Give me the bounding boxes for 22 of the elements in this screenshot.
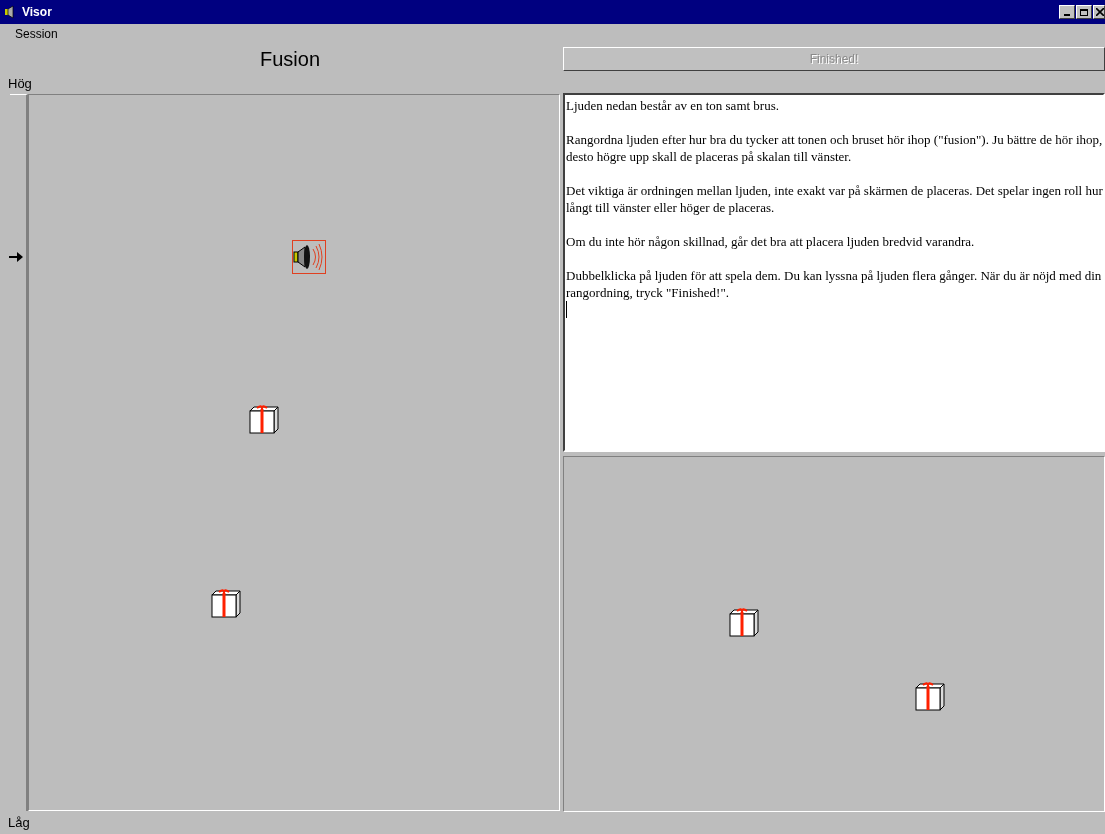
speaker-icon[interactable] [292, 240, 326, 274]
close-button[interactable] [1093, 5, 1105, 19]
instruction-paragraph: Ljuden nedan består av en ton samt brus. [566, 97, 780, 114]
gift-icon[interactable] [913, 679, 947, 713]
gift-icon[interactable] [247, 402, 281, 436]
instructions-text-box[interactable] [563, 93, 1105, 452]
panel-title: Fusion [259, 47, 321, 72]
window-title: Visor [22, 5, 52, 19]
text-cursor [566, 301, 567, 318]
instruction-paragraph: Dubbelklicka på ljuden för att spela dem. Du kan lyssna på ljuden flera gånger. När du är nöjd med din rangordning, tryck "Finished!". [566, 267, 1103, 301]
speaker-icon [4, 5, 16, 19]
menu-item[interactable]: Session [15, 27, 58, 41]
scale-top-label: Hög [7, 75, 33, 93]
arrow-icon [9, 252, 23, 262]
instruction-paragraph: Om du inte hör någon skillnad, går det bra att placera ljuden bredvid varandra. [566, 233, 976, 250]
gift-icon[interactable] [727, 605, 761, 639]
instruction-paragraph: Det viktiga är ordningen mellan ljuden, inte exakt var på skärmen de placeras. Det spelar ingen roll hur långt till vänster eller höger de placeras. [566, 182, 1103, 216]
scale-bottom-label: Låg [7, 814, 31, 832]
minimize-button[interactable] [1059, 5, 1075, 19]
instruction-paragraph: Rangordna ljuden efter hur bra du tycker att tonen och bruset hör ihop ("fusion"). Ju bättre de hör ihop, desto högre upp skall de placeras på skalan till vänster. [566, 131, 1103, 165]
gift-icon[interactable] [209, 586, 243, 620]
maximize-button[interactable] [1076, 5, 1092, 19]
